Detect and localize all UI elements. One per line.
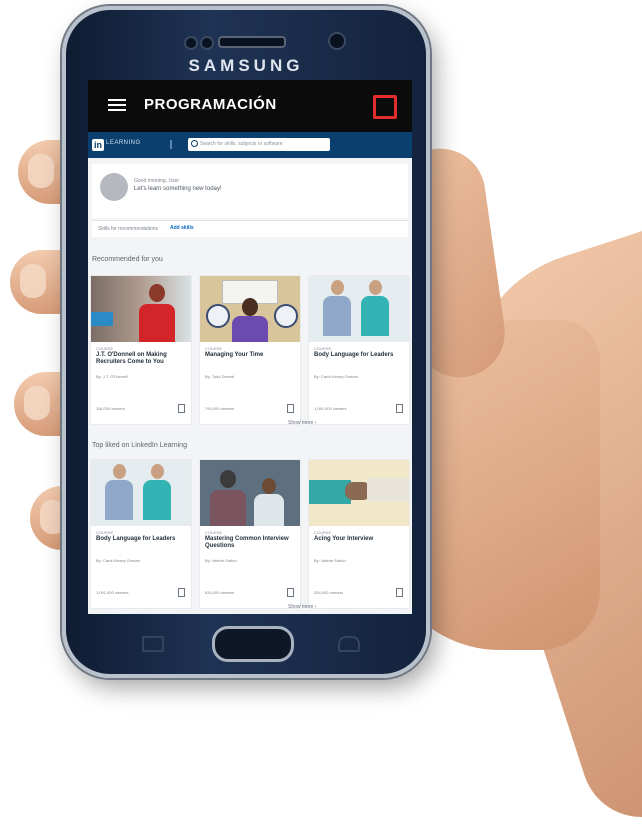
- course-card[interactable]: COURSE Managing Your Time By: Todd Dewet…: [200, 276, 300, 424]
- course-thumbnail: [91, 460, 191, 526]
- course-viewers: 794,000 viewers: [205, 406, 235, 411]
- bookmark-icon[interactable]: [287, 588, 294, 597]
- course-thumbnail: [91, 276, 191, 342]
- section-title-recommended: Recommended for you: [92, 256, 163, 263]
- add-skills-link[interactable]: Add skills: [170, 225, 194, 231]
- phone-screen: PROGRAMACIÓN in LEARNING Search for skil…: [88, 80, 412, 614]
- search-icon: [191, 140, 198, 147]
- bookmark-icon[interactable]: [396, 404, 403, 413]
- home-button[interactable]: [212, 626, 294, 662]
- course-card[interactable]: COURSE Body Language for Leaders By: Car…: [91, 460, 191, 608]
- course-viewers: 1,091,000 viewers: [96, 590, 129, 595]
- back-key-icon[interactable]: [338, 636, 360, 652]
- section-title-top-liked: Top liked on LinkedIn Learning: [92, 442, 187, 449]
- show-more-link[interactable]: Show more ›: [288, 420, 316, 426]
- hamburger-menu-icon[interactable]: [108, 96, 126, 114]
- course-card[interactable]: COURSE J.T. O'Donnell on Making Recruite…: [91, 276, 191, 424]
- course-title: Managing Your Time: [205, 352, 264, 358]
- course-kind: COURSE: [314, 530, 332, 535]
- bookmark-icon[interactable]: [178, 588, 185, 597]
- course-card[interactable]: COURSE Mastering Common Interview Questi…: [200, 460, 300, 608]
- search-placeholder: Search for skills, subjects or software: [200, 141, 283, 147]
- course-author: By: Carol Kinsey Goman: [314, 374, 358, 379]
- course-viewers: 834,000 viewers: [205, 590, 235, 595]
- course-author: By: J.T. O'Donnell: [96, 374, 128, 379]
- page-title: PROGRAMACIÓN: [144, 96, 277, 113]
- course-viewers: 1,091,000 viewers: [314, 406, 347, 411]
- course-card[interactable]: COURSE Acing Your Interview By: Valerie …: [309, 460, 409, 608]
- course-thumbnail: [309, 460, 409, 526]
- course-kind: COURSE: [96, 346, 114, 351]
- course-kind: COURSE: [96, 530, 114, 535]
- bookmark-icon[interactable]: [178, 404, 185, 413]
- welcome-prompt: Let's learn something new today!: [134, 186, 222, 192]
- course-title: Body Language for Leaders: [314, 352, 394, 358]
- greeting-text: Good morning, User: [134, 178, 180, 184]
- course-kind: COURSE: [205, 346, 223, 351]
- bookmark-icon[interactable]: [396, 588, 403, 597]
- course-author: By: Valerie Sutton: [314, 558, 346, 563]
- phone-brand: SAMSUNG: [188, 56, 304, 75]
- course-thumbnail: [200, 460, 300, 526]
- front-sensor-icon: [200, 36, 214, 50]
- skills-row: Skills for recommendations Add skills: [92, 220, 408, 237]
- linkedin-logo-text: LEARNING: [106, 140, 141, 146]
- app-header: PROGRAMACIÓN: [88, 80, 412, 132]
- course-thumbnail: [200, 276, 300, 342]
- course-author: By: Todd Dewett: [205, 374, 235, 379]
- avatar[interactable]: [100, 173, 128, 201]
- bookmark-icon[interactable]: [287, 404, 294, 413]
- course-viewers: 334,000 viewers: [314, 590, 344, 595]
- course-title: Body Language for Leaders: [96, 536, 176, 542]
- linkedin-learning-bar: in LEARNING Search for skills, subjects …: [88, 132, 412, 158]
- course-author: By: Carol Kinsey Goman: [96, 558, 140, 563]
- linkedin-logo-icon: in: [92, 139, 104, 151]
- recent-apps-key-icon[interactable]: [142, 636, 164, 652]
- course-title: J.T. O'Donnell on Making Recruiters Come…: [96, 352, 167, 365]
- app-logo-icon: [373, 95, 397, 119]
- skills-label: Skills for recommendations: [98, 226, 159, 232]
- course-card[interactable]: COURSE Body Language for Leaders By: Car…: [309, 276, 409, 424]
- show-more-link[interactable]: Show more ›: [288, 604, 316, 610]
- course-kind: COURSE: [314, 346, 332, 351]
- course-kind: COURSE: [205, 530, 223, 535]
- course-author: By: Valerie Sutton: [205, 558, 237, 563]
- welcome-card: Good morning, User Let's learn something…: [92, 164, 408, 218]
- course-title: Mastering Common Interview Questions: [205, 536, 289, 549]
- front-sensor-icon: [184, 36, 198, 50]
- course-title: Acing Your Interview: [314, 536, 374, 542]
- earpiece-speaker: [218, 36, 286, 48]
- search-input[interactable]: Search for skills, subjects or software: [188, 138, 330, 151]
- front-camera-icon: [328, 32, 346, 50]
- course-thumbnail: [309, 276, 409, 342]
- course-viewers: 118,000 viewers: [96, 406, 125, 411]
- bar-divider: [170, 140, 172, 149]
